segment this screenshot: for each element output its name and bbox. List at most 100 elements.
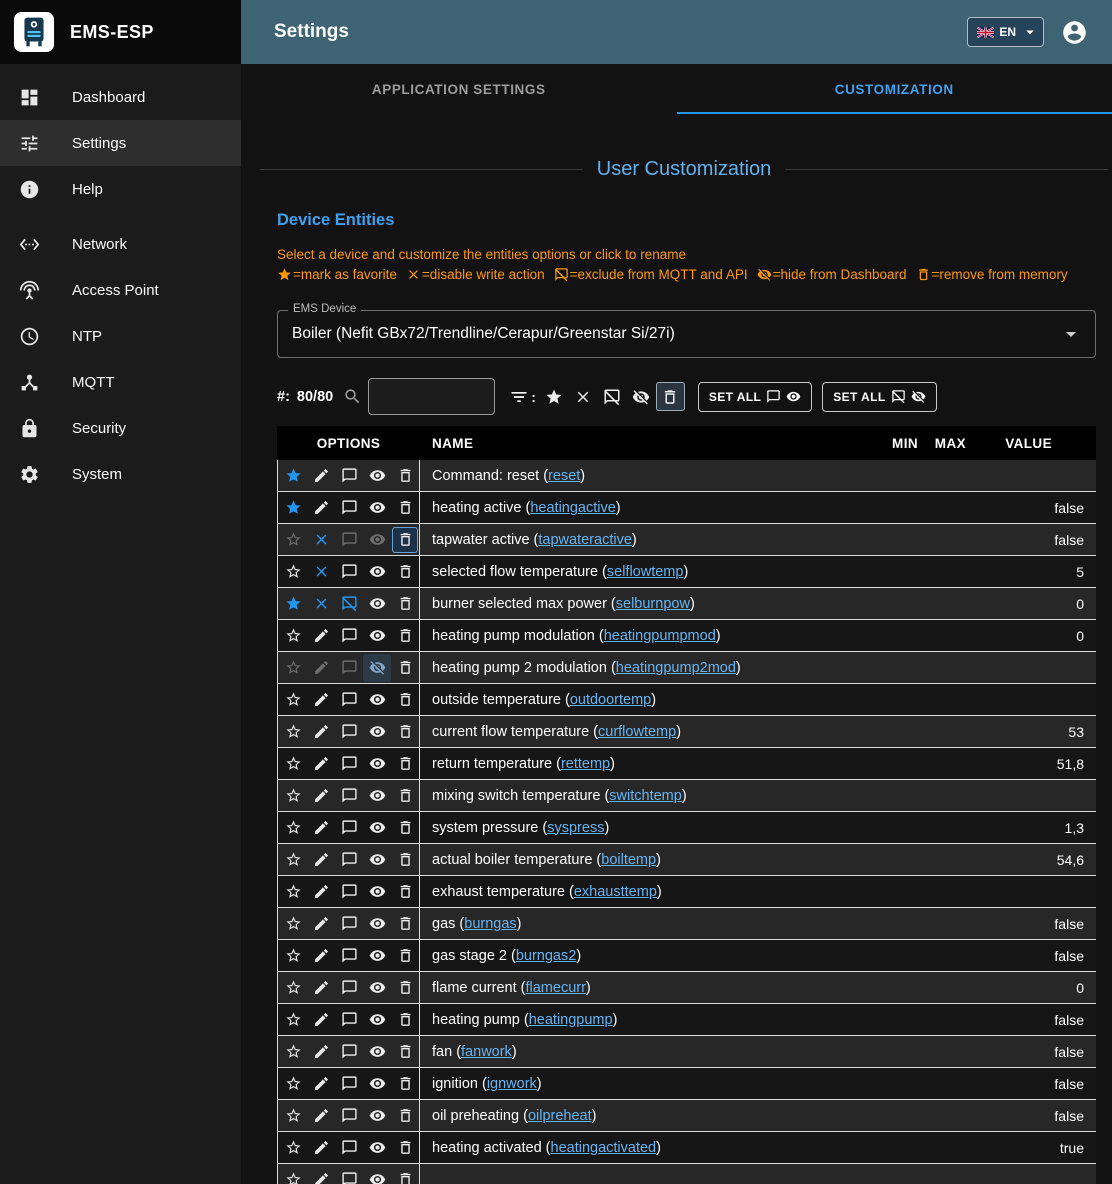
- mqtt-exclude-toggle[interactable]: [336, 1006, 364, 1034]
- write-action-toggle[interactable]: [308, 526, 336, 554]
- favorite-toggle[interactable]: [280, 462, 308, 490]
- visibility-toggle[interactable]: [363, 878, 391, 906]
- sidebar-item-dashboard[interactable]: Dashboard: [0, 74, 241, 120]
- mqtt-exclude-toggle[interactable]: [336, 878, 364, 906]
- visibility-toggle[interactable]: [363, 1134, 391, 1162]
- mqtt-exclude-toggle[interactable]: [336, 942, 364, 970]
- write-action-toggle[interactable]: [308, 1102, 336, 1130]
- visibility-toggle[interactable]: [363, 846, 391, 874]
- write-action-toggle[interactable]: [308, 590, 336, 618]
- write-action-toggle[interactable]: [308, 1006, 336, 1034]
- entity-code-link[interactable]: reset: [548, 468, 580, 484]
- remove-toggle[interactable]: [391, 782, 419, 810]
- write-action-toggle[interactable]: [308, 654, 336, 682]
- visibility-toggle[interactable]: [363, 558, 391, 586]
- sidebar-item-mqtt[interactable]: MQTT: [0, 359, 241, 405]
- edit-off-filter-toggle[interactable]: [569, 382, 598, 411]
- entity-code-link[interactable]: exhausttemp: [574, 884, 657, 900]
- favorite-toggle[interactable]: [280, 974, 308, 1002]
- remove-toggle[interactable]: [391, 622, 419, 650]
- entity-code-link[interactable]: tapwateractive: [538, 532, 632, 548]
- remove-toggle[interactable]: [391, 1070, 419, 1098]
- favorite-toggle[interactable]: [280, 494, 308, 522]
- star-filter-toggle[interactable]: [540, 382, 569, 411]
- visibility-toggle[interactable]: [363, 1102, 391, 1130]
- write-action-toggle[interactable]: [308, 974, 336, 1002]
- favorite-toggle[interactable]: [280, 1102, 308, 1130]
- remove-toggle[interactable]: [391, 686, 419, 714]
- entity-code-link[interactable]: burngas: [464, 916, 516, 932]
- favorite-toggle[interactable]: [280, 590, 308, 618]
- sidebar-item-system[interactable]: System: [0, 451, 241, 497]
- sidebar-item-security[interactable]: Security: [0, 405, 241, 451]
- mqtt-exclude-toggle[interactable]: [336, 718, 364, 746]
- remove-toggle[interactable]: [391, 942, 419, 970]
- sidebar-item-ntp[interactable]: NTP: [0, 313, 241, 359]
- sidebar-item-help[interactable]: Help: [0, 166, 241, 212]
- entity-code-link[interactable]: selflowtemp: [607, 564, 684, 580]
- entity-code-link[interactable]: heatingpumpmod: [604, 628, 716, 644]
- visibility-toggle[interactable]: [363, 1070, 391, 1098]
- mqtt-exclude-toggle[interactable]: [336, 462, 364, 490]
- mqtt-exclude-toggle[interactable]: [336, 750, 364, 778]
- remove-toggle[interactable]: [391, 1006, 419, 1034]
- eye-off-filter-toggle[interactable]: [627, 382, 656, 411]
- mqtt-exclude-toggle[interactable]: [336, 494, 364, 522]
- mqtt-exclude-toggle[interactable]: [336, 1166, 364, 1184]
- visibility-toggle[interactable]: [363, 622, 391, 650]
- entity-code-link[interactable]: heatingactivated: [551, 1140, 657, 1156]
- favorite-toggle[interactable]: [280, 1134, 308, 1162]
- remove-toggle[interactable]: [391, 1166, 419, 1184]
- remove-toggle[interactable]: [391, 590, 419, 618]
- visibility-toggle[interactable]: [363, 526, 391, 554]
- write-action-toggle[interactable]: [308, 558, 336, 586]
- mqtt-exclude-toggle[interactable]: [336, 782, 364, 810]
- write-action-toggle[interactable]: [308, 462, 336, 490]
- sidebar-item-settings[interactable]: Settings: [0, 120, 241, 166]
- account-icon[interactable]: [1061, 19, 1088, 46]
- mqtt-exclude-toggle[interactable]: [336, 846, 364, 874]
- remove-toggle[interactable]: [391, 878, 419, 906]
- visibility-toggle[interactable]: [363, 462, 391, 490]
- sidebar-item-network[interactable]: Network: [0, 221, 241, 267]
- entity-code-link[interactable]: selburnpow: [616, 596, 690, 612]
- entity-code-link[interactable]: heatingpump2mod: [616, 660, 736, 676]
- write-action-toggle[interactable]: [308, 878, 336, 906]
- tab-customization[interactable]: CUSTOMIZATION: [677, 64, 1112, 114]
- favorite-toggle[interactable]: [280, 814, 308, 842]
- search-input[interactable]: [368, 378, 495, 415]
- entity-code-link[interactable]: fanwork: [461, 1044, 512, 1060]
- write-action-toggle[interactable]: [308, 910, 336, 938]
- ems-device-select[interactable]: EMS Device Boiler (Nefit GBx72/Trendline…: [277, 310, 1096, 358]
- favorite-toggle[interactable]: [280, 846, 308, 874]
- mqtt-exclude-toggle[interactable]: [336, 974, 364, 1002]
- favorite-toggle[interactable]: [280, 782, 308, 810]
- sidebar-item-access-point[interactable]: Access Point: [0, 267, 241, 313]
- write-action-toggle[interactable]: [308, 1070, 336, 1098]
- visibility-toggle[interactable]: [363, 1166, 391, 1184]
- mqtt-exclude-toggle[interactable]: [336, 814, 364, 842]
- favorite-toggle[interactable]: [280, 942, 308, 970]
- favorite-toggle[interactable]: [280, 718, 308, 746]
- favorite-toggle[interactable]: [280, 1070, 308, 1098]
- remove-toggle[interactable]: [391, 654, 419, 682]
- visibility-toggle[interactable]: [363, 718, 391, 746]
- mqtt-exclude-toggle[interactable]: [336, 590, 364, 618]
- visibility-toggle[interactable]: [363, 590, 391, 618]
- write-action-toggle[interactable]: [308, 718, 336, 746]
- write-action-toggle[interactable]: [308, 1166, 336, 1184]
- entity-code-link[interactable]: flamecurr: [525, 980, 585, 996]
- write-action-toggle[interactable]: [308, 846, 336, 874]
- entity-code-link[interactable]: rettemp: [561, 756, 610, 772]
- visibility-toggle[interactable]: [363, 814, 391, 842]
- remove-toggle[interactable]: [391, 814, 419, 842]
- remove-toggle[interactable]: [391, 718, 419, 746]
- mqtt-exclude-toggle[interactable]: [336, 1134, 364, 1162]
- visibility-toggle[interactable]: [363, 750, 391, 778]
- favorite-toggle[interactable]: [280, 654, 308, 682]
- write-action-toggle[interactable]: [308, 1038, 336, 1066]
- remove-toggle[interactable]: [391, 910, 419, 938]
- favorite-toggle[interactable]: [280, 750, 308, 778]
- entity-code-link[interactable]: curflowtemp: [598, 724, 676, 740]
- write-action-toggle[interactable]: [308, 814, 336, 842]
